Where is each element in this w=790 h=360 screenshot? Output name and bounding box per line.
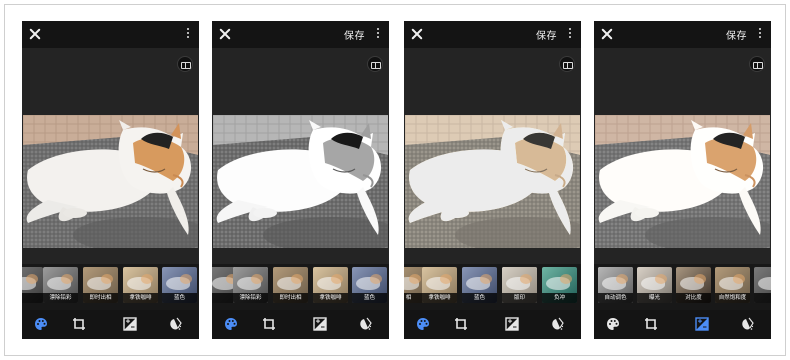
filter-thumbnail[interactable]	[754, 267, 771, 303]
photo-preview	[595, 115, 770, 248]
compare-icon[interactable]	[749, 56, 765, 72]
adjust-icon[interactable]	[505, 317, 519, 331]
filter-thumbnail[interactable]: 拿铁咖啡	[123, 267, 158, 303]
top-bar: 保存	[212, 21, 389, 48]
crop-icon[interactable]	[644, 317, 658, 331]
save-button[interactable]: 保存	[536, 27, 557, 42]
adjust-icon[interactable]	[695, 317, 709, 331]
bottom-toolbar	[212, 310, 389, 339]
more-options-icon[interactable]	[567, 28, 573, 40]
filter-label: 版印	[502, 293, 537, 303]
filter-thumbnail[interactable]: 即时出相	[273, 267, 308, 303]
editor-screen-1: 漂除铅彩 即时出相 拿铁咖啡 蓝色	[22, 21, 199, 339]
editor-screen-4: 保存 自动调色 曝光 对比度 自然饱和度	[594, 21, 771, 339]
compare-icon[interactable]	[559, 56, 575, 72]
more-options-icon[interactable]	[757, 28, 763, 40]
close-icon[interactable]	[409, 26, 426, 43]
more-options-icon[interactable]	[185, 28, 191, 40]
filter-thumbnail[interactable]: 蓝色	[462, 267, 497, 303]
filter-label: 负冲	[542, 293, 577, 303]
close-icon[interactable]	[599, 26, 616, 43]
filter-label	[754, 293, 771, 303]
filter-strip[interactable]: 漂除铅彩 即时出相 拿铁咖啡 蓝色	[212, 264, 389, 310]
crop-icon[interactable]	[454, 317, 468, 331]
filter-thumbnail[interactable]: 负冲	[542, 267, 577, 303]
filter-label: 即时出相	[273, 293, 308, 303]
filter-thumbnail[interactable]: 曝光	[637, 267, 672, 303]
top-bar: 保存	[594, 21, 771, 48]
filter-thumbnail[interactable]: 漂除铅彩	[233, 267, 268, 303]
filter-thumbnail[interactable]: 拿铁咖啡	[313, 267, 348, 303]
healing-icon[interactable]	[550, 317, 564, 331]
healing-icon[interactable]	[358, 317, 372, 331]
adjust-icon[interactable]	[313, 317, 327, 331]
cat-photo	[595, 115, 770, 248]
filter-label: 拿铁咖啡	[123, 293, 158, 303]
palette-icon[interactable]	[416, 317, 430, 331]
top-bar	[22, 21, 199, 48]
photo-canvas	[594, 48, 771, 264]
editor-screen-3: 保存 相 拿铁咖啡 蓝色 版印 负冲	[404, 21, 581, 339]
filter-thumbnail[interactable]	[22, 267, 43, 303]
bottom-toolbar	[404, 310, 581, 339]
filter-strip[interactable]: 自动调色 曝光 对比度 自然饱和度	[594, 264, 771, 310]
filter-strip[interactable]: 相 拿铁咖啡 蓝色 版印 负冲	[404, 264, 581, 310]
filter-label: 蓝色	[162, 293, 197, 303]
crop-icon[interactable]	[262, 317, 276, 331]
filter-thumbnail[interactable]: 对比度	[676, 267, 711, 303]
editor-screen-2: 保存 漂除铅彩 即时出相 拿铁咖啡 蓝色	[212, 21, 389, 339]
palette-icon[interactable]	[34, 317, 48, 331]
filter-label: 即时出相	[83, 293, 118, 303]
top-bar: 保存	[404, 21, 581, 48]
filter-label: 漂除铅彩	[43, 293, 78, 303]
palette-icon[interactable]	[606, 317, 620, 331]
filter-strip[interactable]: 漂除铅彩 即时出相 拿铁咖啡 蓝色	[22, 264, 199, 310]
adjust-icon[interactable]	[123, 317, 137, 331]
filter-label: 对比度	[676, 293, 711, 303]
photo-preview	[213, 115, 388, 248]
bottom-toolbar	[594, 310, 771, 339]
filter-label: 自然饱和度	[715, 293, 750, 303]
bottom-toolbar	[22, 310, 199, 339]
photo-preview	[23, 115, 198, 248]
filter-thumbnail[interactable]: 版印	[502, 267, 537, 303]
filter-thumbnail[interactable]: 自然饱和度	[715, 267, 750, 303]
filter-label: 蓝色	[462, 293, 497, 303]
close-icon[interactable]	[217, 26, 234, 43]
filter-label	[22, 293, 43, 303]
healing-icon[interactable]	[168, 317, 182, 331]
photo-canvas	[22, 48, 199, 264]
filter-thumbnail[interactable]: 蓝色	[162, 267, 197, 303]
crop-icon[interactable]	[72, 317, 86, 331]
palette-icon[interactable]	[224, 317, 238, 331]
cat-photo	[405, 115, 580, 248]
save-button[interactable]: 保存	[344, 27, 365, 42]
cat-photo	[23, 115, 198, 248]
filter-thumbnail[interactable]: 拿铁咖啡	[422, 267, 457, 303]
filter-label: 拿铁咖啡	[313, 293, 348, 303]
photo-canvas	[212, 48, 389, 264]
filter-thumbnail[interactable]: 漂除铅彩	[43, 267, 78, 303]
close-icon[interactable]	[27, 26, 44, 43]
filter-thumbnail[interactable]: 自动调色	[598, 267, 633, 303]
more-options-icon[interactable]	[375, 28, 381, 40]
compare-icon[interactable]	[367, 56, 383, 72]
filter-label: 自动调色	[598, 293, 633, 303]
photo-preview	[405, 115, 580, 248]
cat-photo	[213, 115, 388, 248]
save-button[interactable]: 保存	[726, 27, 747, 42]
compare-icon[interactable]	[177, 56, 193, 72]
filter-label: 漂除铅彩	[233, 293, 268, 303]
photo-canvas	[404, 48, 581, 264]
filter-thumbnail[interactable]: 蓝色	[352, 267, 387, 303]
filter-label: 蓝色	[352, 293, 387, 303]
filter-label: 拿铁咖啡	[422, 293, 457, 303]
filter-label: 曝光	[637, 293, 672, 303]
healing-icon[interactable]	[740, 317, 754, 331]
filter-thumbnail[interactable]: 即时出相	[83, 267, 118, 303]
